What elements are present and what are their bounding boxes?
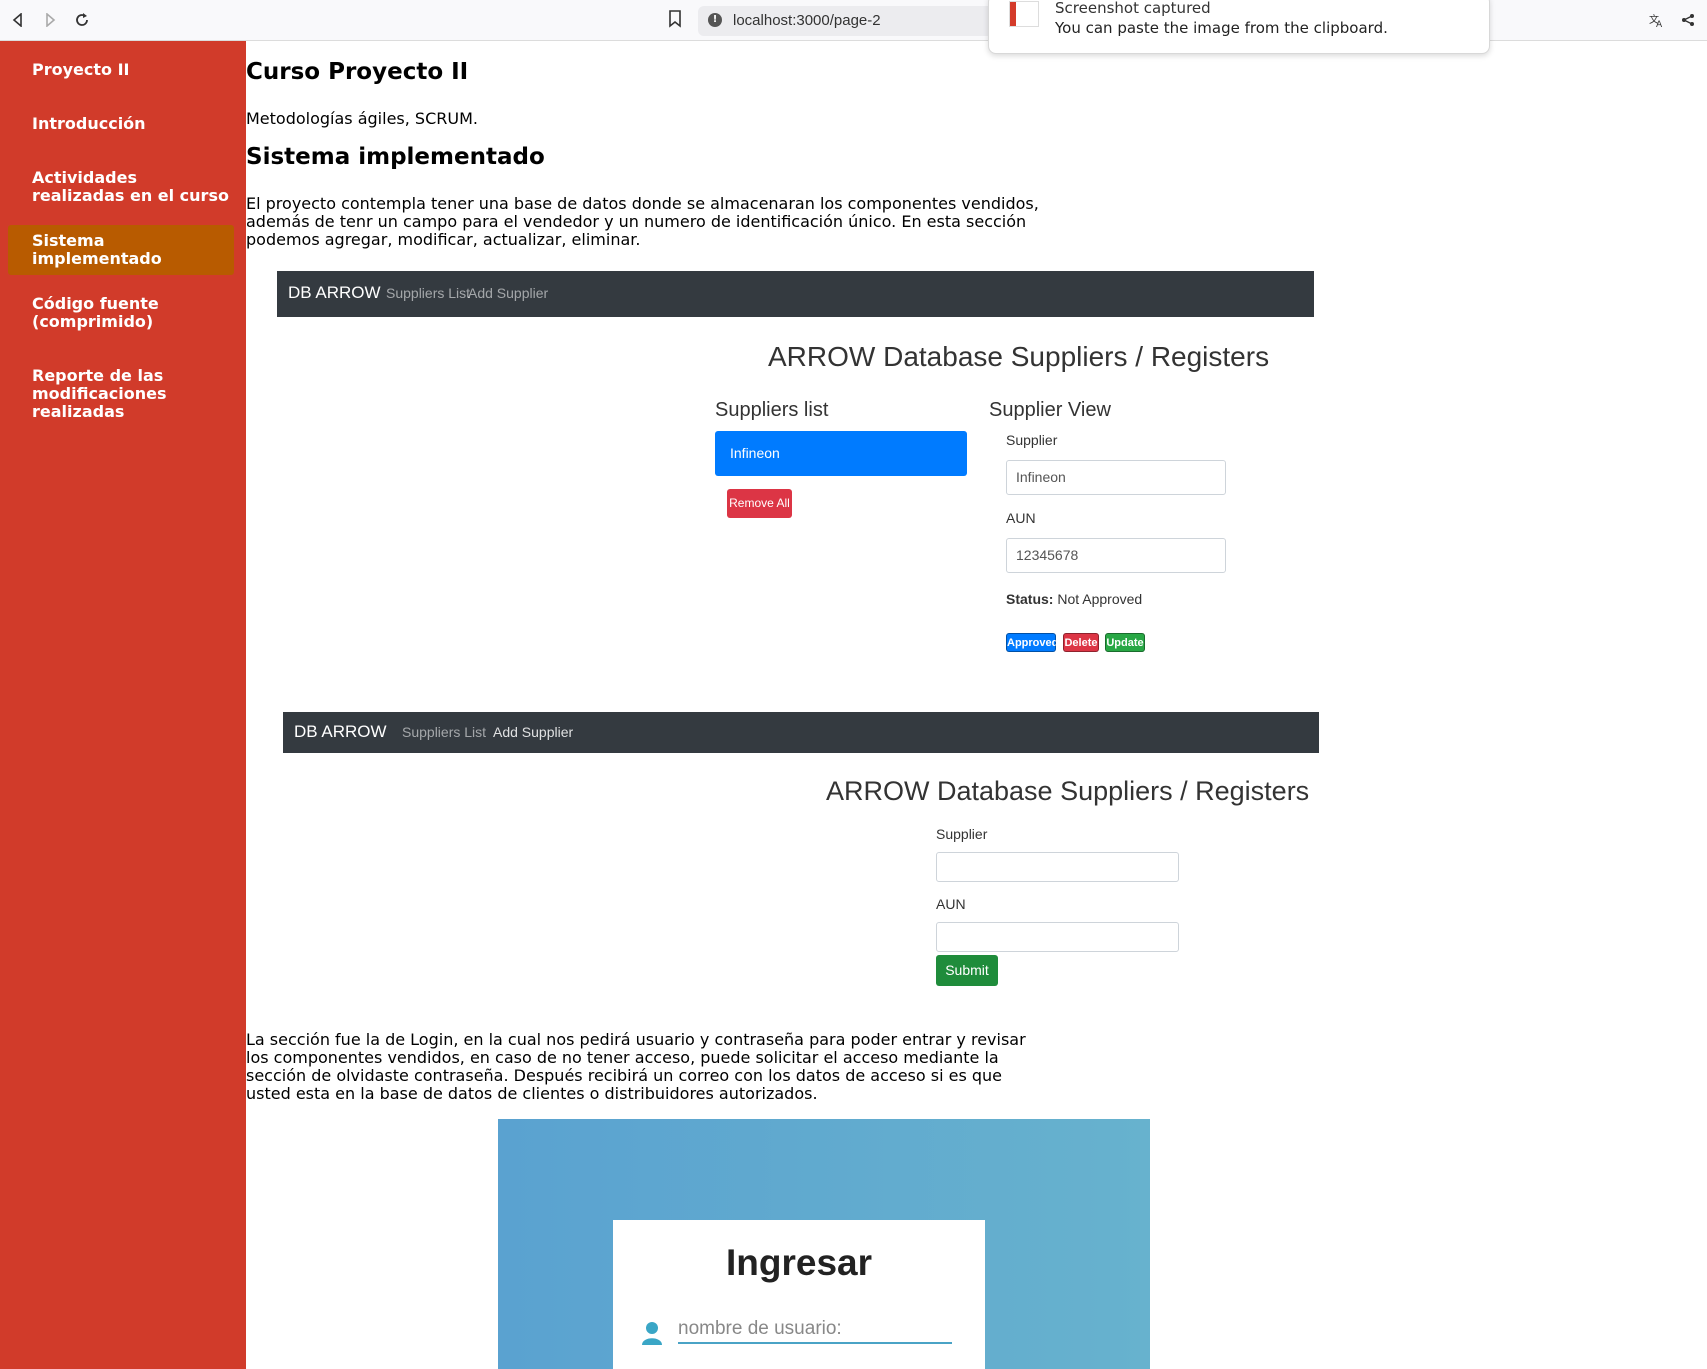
intro-paragraph: El proyecto contempla tener una base de … — [246, 194, 1039, 249]
status-text: Status: Not Approved — [1006, 591, 1142, 607]
sidebar-item-sistema[interactable]: Sistema implementado — [8, 225, 234, 275]
back-icon[interactable] — [6, 8, 30, 32]
supplier-label: Supplier — [1006, 432, 1058, 448]
svg-text:A: A — [1656, 20, 1663, 28]
username-input[interactable]: nombre de usuario: — [678, 1318, 952, 1344]
sidebar: Proyecto II Introducción Actividades rea… — [0, 41, 246, 1369]
url-text: localhost:3000/page-2 — [733, 12, 881, 29]
page-title: Curso Proyecto II — [246, 59, 469, 85]
login-title: Ingresar — [725, 1242, 872, 1283]
status-value: Not Approved — [1057, 591, 1143, 607]
share-icon[interactable] — [1676, 8, 1700, 32]
bookmark-icon[interactable] — [668, 10, 682, 32]
reload-icon[interactable] — [70, 8, 94, 32]
login-card: Ingresar nombre de usuario: — [613, 1220, 985, 1369]
aun-field[interactable]: 12345678 — [1006, 538, 1226, 573]
login-paragraph: La sección fue la de Login, en la cual n… — [246, 1030, 1026, 1103]
update-button[interactable]: Update — [1105, 633, 1145, 652]
supplier-view-title: Supplier View — [989, 399, 1111, 421]
sidebar-item-codigo[interactable]: Código fuente (comprimido) — [8, 295, 234, 331]
notification-body: You can paste the image from the clipboa… — [1055, 19, 1388, 37]
sidebar-item-label: Sistema implementado — [32, 231, 162, 268]
section-title: Sistema implementado — [246, 144, 545, 170]
status-label: Status: — [1006, 591, 1054, 607]
supplier-view-screenshot: DB ARROW Suppliers List Add Supplier ARR… — [277, 271, 1314, 671]
translate-icon[interactable]: 文A — [1644, 8, 1668, 32]
navbar-brand[interactable]: DB ARROW — [288, 283, 381, 303]
sidebar-item-introduccion[interactable]: Introducción — [8, 115, 234, 133]
nav-link-suppliers-list[interactable]: Suppliers List — [386, 285, 470, 301]
sidebar-item-proyecto[interactable]: Proyecto II — [8, 61, 234, 79]
supplier-field[interactable] — [936, 852, 1179, 882]
supplier-label: Supplier — [936, 826, 988, 842]
action-buttons: Approved Delete Update — [1006, 633, 1156, 653]
site-info-icon[interactable]: ! — [708, 13, 722, 27]
suppliers-list-title: Suppliers list — [715, 399, 829, 421]
navbar-brand[interactable]: DB ARROW — [294, 722, 387, 742]
approved-button[interactable]: Approved — [1006, 633, 1058, 652]
nav-link-add-supplier[interactable]: Add Supplier — [493, 724, 573, 740]
nav-link-suppliers-list[interactable]: Suppliers List — [402, 724, 486, 740]
app-heading: ARROW Database Suppliers / Registers — [768, 341, 1270, 372]
aun-label: AUN — [936, 896, 966, 912]
supplier-field[interactable]: Infineon — [1006, 460, 1226, 495]
delete-button[interactable]: Delete — [1063, 633, 1099, 652]
user-icon — [641, 1321, 663, 1345]
main-content: Curso Proyecto II Metodologías ágiles, S… — [246, 41, 1707, 1369]
submit-button[interactable]: Submit — [936, 955, 998, 986]
aun-field[interactable] — [936, 922, 1179, 952]
notification-title: Screenshot captured — [1055, 0, 1211, 17]
sidebar-item-reporte[interactable]: Reporte de las modificaciones realizadas — [8, 367, 234, 421]
page-subtitle: Metodologías ágiles, SCRUM. — [246, 109, 478, 128]
sidebar-item-actividades[interactable]: Actividades realizadas en el curso — [8, 169, 234, 205]
app-navbar: DB ARROW Suppliers List Add Supplier — [277, 271, 1314, 317]
app-navbar: DB ARROW Suppliers List Add Supplier — [283, 712, 1319, 753]
aun-label: AUN — [1006, 510, 1036, 526]
address-bar[interactable]: ! localhost:3000/page-2 — [698, 6, 998, 36]
app-heading: ARROW Database Suppliers / Registers — [826, 776, 1310, 806]
forward-icon[interactable] — [38, 8, 62, 32]
remove-all-button[interactable]: Remove All — [727, 489, 792, 518]
nav-link-add-supplier[interactable]: Add Supplier — [468, 285, 548, 301]
list-item[interactable]: Infineon — [715, 431, 967, 476]
add-supplier-screenshot: DB ARROW Suppliers List Add Supplier ARR… — [283, 712, 1320, 1012]
screenshot-thumbnail — [1009, 1, 1039, 27]
login-screenshot: Ingresar nombre de usuario: — [498, 1119, 1150, 1369]
